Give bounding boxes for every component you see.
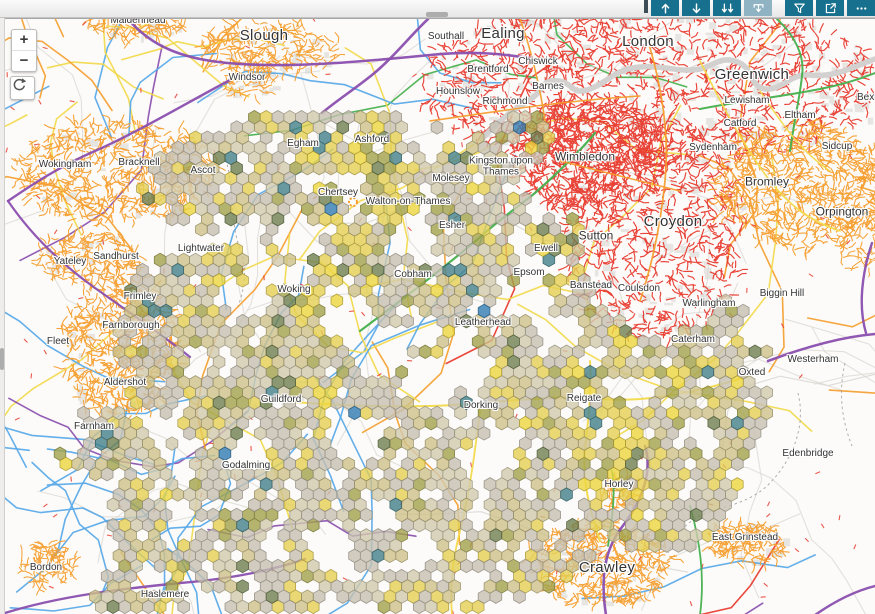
arrow-down-icon (689, 1, 704, 16)
zoom-control: + − (11, 29, 37, 72)
move-down-button[interactable] (682, 0, 710, 16)
reset-view-button[interactable] (10, 76, 35, 100)
filter-button[interactable] (785, 0, 813, 16)
merge-button[interactable] (744, 0, 772, 16)
move-all-down-button[interactable] (713, 0, 741, 16)
map-toolbar (644, 0, 875, 16)
junction-marker (349, 198, 357, 206)
arrow-up-icon (658, 1, 673, 16)
splitter-grip-icon[interactable] (0, 348, 4, 370)
toolbar-edge-sliver (644, 0, 648, 13)
more-options-button[interactable] (847, 0, 875, 16)
funnel-icon (792, 1, 807, 16)
zoom-in-button[interactable]: + (12, 30, 36, 51)
circular-arrow-icon (11, 77, 27, 93)
left-splitter-bar[interactable] (0, 18, 5, 614)
export-icon (823, 1, 838, 16)
map-canvas[interactable]: MaidenheadSloughWindsorSouthallEalingLon… (5, 18, 875, 614)
ellipsis-icon (854, 1, 869, 16)
poi-layer (349, 198, 357, 206)
move-up-button[interactable] (651, 0, 679, 16)
zoom-out-button[interactable]: − (12, 51, 36, 71)
map-svg (5, 19, 875, 614)
map-application-window: { "toolbar": { "button_color": "#17708e"… (0, 0, 875, 614)
splitter-grip-icon[interactable] (426, 12, 448, 17)
merge-arrow-icon (751, 1, 766, 16)
open-external-button[interactable] (816, 0, 844, 16)
double-arrow-down-icon (720, 1, 735, 16)
